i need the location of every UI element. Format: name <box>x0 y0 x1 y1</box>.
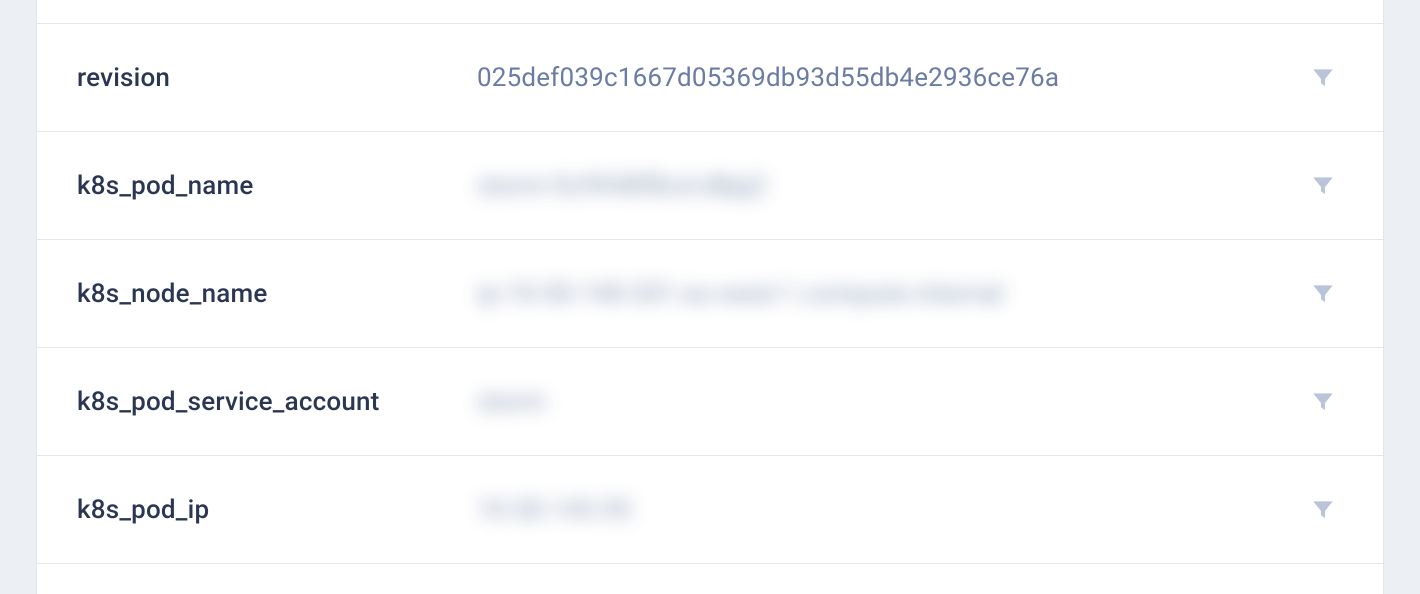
attribute-key: k8s_node_name <box>77 279 477 309</box>
filter-icon <box>1310 389 1336 415</box>
attribute-value: 10.30.143.55 <box>477 495 1303 525</box>
attribute-row: k8s_pod_ip 10.30.143.55 <box>37 456 1383 564</box>
attributes-panel: revision 025def039c1667d05369db93d55db4e… <box>36 0 1384 594</box>
filter-icon <box>1310 497 1336 523</box>
attribute-value: storm-5c9948f8cd-d8pj2 <box>477 171 1303 201</box>
filter-button[interactable] <box>1303 274 1343 314</box>
filter-icon <box>1310 281 1336 307</box>
attribute-value: ip-10-30-140-201.eu-west-1.compute.inter… <box>477 279 1303 309</box>
filter-icon <box>1310 173 1336 199</box>
filter-button[interactable] <box>1303 58 1343 98</box>
attribute-row: k8s_pod_service_account storm <box>37 348 1383 456</box>
filter-button[interactable] <box>1303 166 1343 206</box>
partial-row-top <box>37 0 1383 24</box>
attribute-key: k8s_pod_ip <box>77 495 477 525</box>
attribute-value: 025def039c1667d05369db93d55db4e2936ce76a <box>477 63 1303 93</box>
attribute-value: storm <box>477 387 1303 417</box>
attribute-row: revision 025def039c1667d05369db93d55db4e… <box>37 24 1383 132</box>
attribute-row: k8s_node_name ip-10-30-140-201.eu-west-1… <box>37 240 1383 348</box>
filter-button[interactable] <box>1303 490 1343 530</box>
filter-icon <box>1310 65 1336 91</box>
attribute-key: k8s_pod_service_account <box>77 387 477 417</box>
attribute-key: k8s_pod_name <box>77 171 477 201</box>
attribute-key: revision <box>77 63 477 93</box>
attribute-row: k8s_pod_name storm-5c9948f8cd-d8pj2 <box>37 132 1383 240</box>
partial-row-bottom <box>37 564 1383 594</box>
filter-button[interactable] <box>1303 382 1343 422</box>
